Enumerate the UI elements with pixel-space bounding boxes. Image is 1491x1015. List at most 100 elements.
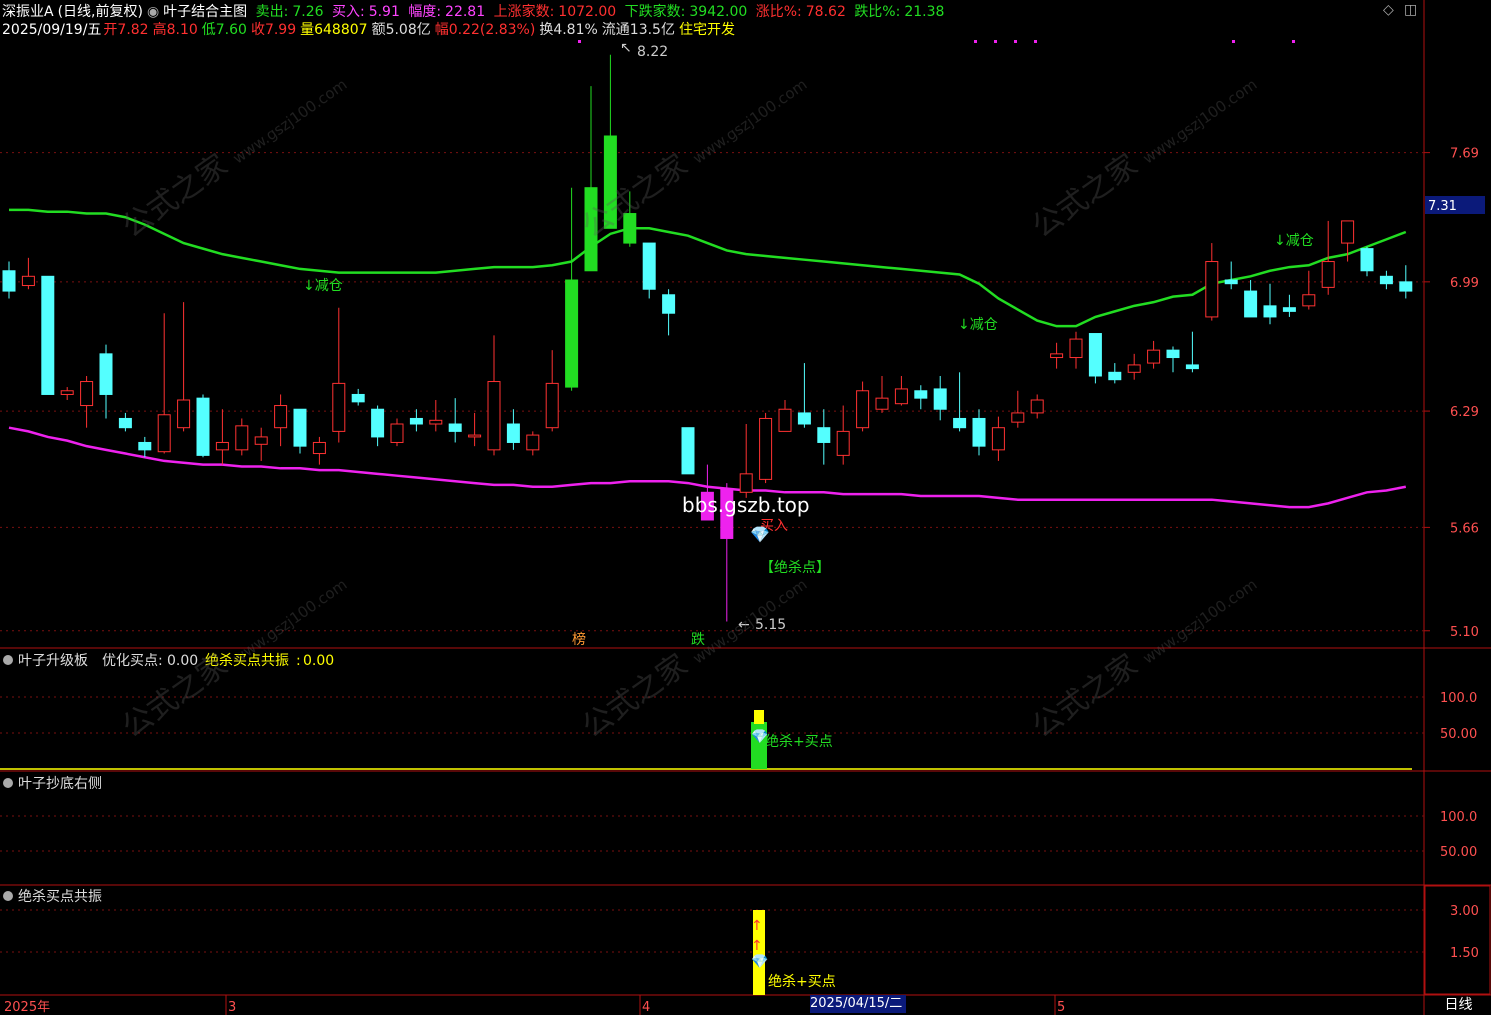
x-label-3: 3: [228, 1000, 236, 1015]
candle-body: [1147, 349, 1161, 364]
candle-body: [1108, 371, 1122, 381]
candle: [856, 381, 870, 432]
reduce-label-3: ↓减仓: [1274, 233, 1314, 249]
tag-die[interactable]: 跌: [691, 632, 705, 648]
candle-body: [1379, 275, 1393, 285]
candle-body: [60, 390, 74, 395]
main-grid: [0, 152, 1424, 632]
candle: [254, 427, 268, 461]
candle-body: [80, 381, 94, 407]
candle-body: [894, 388, 908, 405]
candle-body: [1069, 338, 1083, 359]
candle-body: [584, 187, 598, 272]
candle-body: [1205, 261, 1219, 318]
candle-body: [662, 294, 676, 314]
candle: [390, 418, 404, 447]
candle-body: [99, 353, 113, 395]
candle-body: [390, 423, 404, 443]
x-label-4: 4: [642, 1000, 650, 1015]
candle: [118, 412, 132, 432]
y-tick-label: 6.99: [1450, 276, 1479, 291]
candle: [274, 394, 288, 447]
candle: [894, 376, 908, 406]
x-label-year: 2025年: [4, 1000, 50, 1015]
candle-body: [972, 417, 986, 447]
candle-body: [41, 275, 55, 395]
candle: [565, 187, 579, 391]
candle-body: [1360, 248, 1374, 272]
candle-body: [642, 242, 656, 290]
candle-body: [118, 417, 132, 429]
candle: [681, 427, 695, 475]
candle-body: [1166, 349, 1180, 359]
candle: [1069, 331, 1083, 369]
candle: [1108, 363, 1122, 384]
candle-body: [429, 419, 443, 425]
panel1-metric1-label: 优化买点: [102, 653, 158, 669]
panel3-title[interactable]: 绝杀买点共振: [18, 889, 102, 905]
panel1-tick-100: 100.0: [1440, 691, 1477, 706]
candle-body: [991, 427, 1005, 451]
candle-body: [565, 279, 579, 388]
x-label-5: 5: [1057, 1000, 1065, 1015]
candle: [99, 344, 113, 419]
tag-bang[interactable]: 榜: [572, 631, 586, 648]
candle-body: [1282, 307, 1296, 312]
candle: [80, 376, 94, 428]
candle: [875, 376, 889, 413]
y-tick-label: 7.69: [1450, 147, 1479, 162]
candle-body: [235, 425, 249, 451]
candle-body: [856, 390, 870, 429]
candle: [1147, 340, 1161, 369]
panel1-title[interactable]: 叶子升级板: [18, 653, 88, 669]
buy-diamond-icon: 💎: [750, 525, 770, 544]
svg-text::: :: [296, 653, 301, 669]
candle: [1205, 243, 1219, 321]
candle: [293, 408, 307, 454]
candle: [1050, 342, 1064, 369]
candle: [448, 398, 462, 443]
candle-body: [157, 414, 171, 453]
panel-upgrade: 叶子升级板 优化买点 : 0.00 绝杀买点共振 : 0.00 100.0 50…: [0, 653, 1477, 770]
panel1-signal-icon: 💎: [751, 729, 768, 745]
panel1-tick-50: 50.00: [1440, 727, 1477, 742]
candles: [2, 54, 1413, 622]
candle: [468, 412, 482, 447]
candle: [138, 436, 152, 458]
candle: [623, 191, 637, 247]
candle-body: [1050, 353, 1064, 359]
candle: [642, 242, 656, 299]
svg-text::: :: [158, 653, 163, 669]
panel2-title[interactable]: 叶子抄底右侧: [18, 776, 102, 792]
candle: [1360, 246, 1374, 277]
candle-body: [196, 397, 210, 456]
chart-canvas[interactable]: 7.69 6.99 6.29 5.66 5.10 8.22 ↖ 5.15 ← ↓减仓 ↓…: [0, 0, 1491, 1015]
candle-body: [1399, 281, 1413, 292]
panel1-signal-label: 绝杀+买点: [765, 734, 833, 750]
candle-body: [1302, 294, 1316, 307]
period-label[interactable]: 日线: [1426, 995, 1491, 1015]
candle: [157, 313, 171, 454]
candle-body: [254, 436, 268, 445]
panel2-tick-50: 50.00: [1440, 845, 1477, 860]
panel1-metric2-label: 绝杀买点共振: [205, 653, 289, 669]
panel2-tick-100: 100.0: [1440, 810, 1477, 825]
cursor-date-tag: 2025/04/15/二: [810, 995, 906, 1013]
high-marker: 8.22: [637, 44, 668, 60]
candle-body: [778, 408, 792, 432]
candle: [603, 54, 617, 229]
candle: [739, 424, 753, 498]
price-axis: 7.69 6.99 6.29 5.66 5.10: [1424, 147, 1479, 640]
candle-body: [953, 417, 967, 429]
candle: [41, 275, 55, 395]
y-tick-label: 5.10: [1450, 625, 1479, 640]
panel3-signal-icon: 💎: [751, 954, 768, 970]
candle: [506, 409, 520, 450]
candle: [1088, 333, 1102, 384]
candle-body: [293, 408, 307, 447]
candle-body: [351, 393, 365, 403]
candle-body: [371, 408, 385, 438]
candle: [2, 261, 16, 299]
low-marker: 5.15: [755, 617, 786, 633]
low-marker-arrow: ←: [738, 617, 750, 633]
